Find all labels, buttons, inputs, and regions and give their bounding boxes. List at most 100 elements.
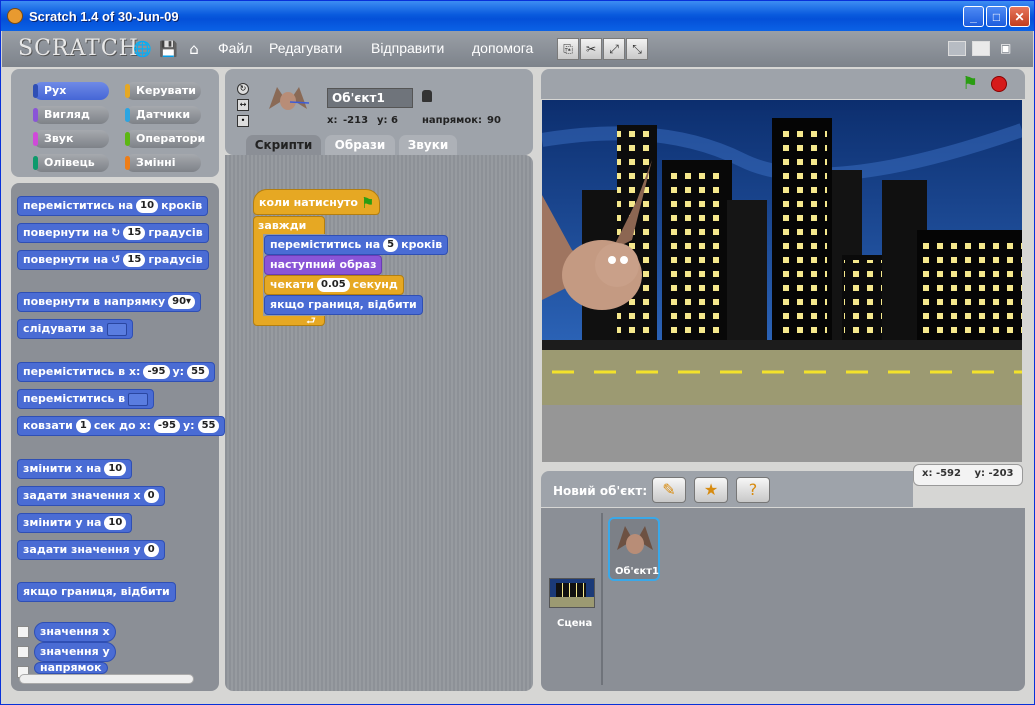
block-input[interactable]: 1 [75, 419, 91, 433]
block-glide[interactable]: ковзати 1 сек до x: -95 y: 55 [17, 416, 226, 436]
tab-sounds[interactable]: Звуки [399, 135, 457, 155]
reporter-x-position[interactable]: значення х [34, 622, 116, 642]
lock-icon[interactable] [422, 90, 432, 102]
category-label: Звук [44, 132, 74, 145]
category-sensing[interactable]: Датчики [125, 106, 201, 124]
grow-tool-icon[interactable]: ⤢ [603, 38, 625, 60]
stop-sign-icon[interactable] [991, 76, 1007, 92]
block-input[interactable]: -95 [153, 419, 180, 433]
block-text: коли натиснуто [259, 196, 358, 209]
block-point-direction[interactable]: повернути в напрямку 90▾ [17, 292, 202, 312]
tab-scripts[interactable]: Скрипти [246, 135, 321, 155]
block-next-costume[interactable]: наступний образ [264, 255, 383, 275]
block-change-x[interactable]: змінити х на 10 [17, 459, 133, 479]
block-input[interactable]: 5 [383, 238, 399, 252]
category-label: Змінні [136, 156, 176, 169]
block-wait[interactable]: чекати 0.05 секунд [264, 275, 404, 295]
title-bar[interactable]: Scratch 1.4 of 30-Jun-09 _ □ ✕ [1, 1, 1034, 31]
block-input[interactable]: -95 [143, 365, 170, 379]
block-text: кроків [401, 238, 443, 251]
mouse-coordinates: x: -592 y: -203 [913, 464, 1023, 486]
delete-tool-icon[interactable]: ✂ [580, 38, 602, 60]
sprite-name-field[interactable]: Об'єкт1 [327, 88, 413, 108]
no-rotate-icon[interactable]: • [237, 115, 249, 127]
block-input[interactable]: 15 [123, 253, 146, 267]
category-pen[interactable]: Олівець [33, 154, 109, 172]
block-turn-right[interactable]: повернути на ↻ 15 градусів [17, 223, 209, 243]
save-icon[interactable]: 💾 [159, 40, 178, 58]
rotate-style-icon[interactable]: ↻ [237, 83, 249, 95]
block-turn-left[interactable]: повернути на ↺ 15 градусів [17, 250, 209, 270]
sprite-dropdown[interactable] [128, 392, 149, 406]
block-when-flag-clicked[interactable]: коли натиснуто ⚑ [253, 189, 381, 215]
block-input[interactable]: 55 [197, 419, 220, 433]
block-move-steps[interactable]: переміститись на 10 кроків [17, 196, 209, 216]
sprite-thumbnail [617, 526, 653, 554]
menu-edit[interactable]: Редагувати [269, 40, 342, 56]
block-input[interactable]: 10 [104, 462, 127, 476]
presentation-mode-icon[interactable]: ▣ [1000, 41, 1018, 56]
block-text: y: [182, 419, 195, 432]
category-control[interactable]: Керувати [125, 82, 201, 100]
block-text: кроків [161, 199, 203, 212]
green-flag-icon[interactable]: ⚑ [962, 73, 978, 94]
block-input[interactable]: 90▾ [168, 295, 196, 309]
menu-file[interactable]: Файл [218, 40, 252, 56]
menu-help[interactable]: допомога [472, 40, 533, 56]
coord-x-label: x: [922, 468, 933, 479]
reporter-y-position[interactable]: значення у [34, 642, 116, 662]
category-looks[interactable]: Вигляд [33, 106, 109, 124]
paint-new-sprite-icon[interactable]: ✎ [652, 477, 686, 503]
block-text: сек до x: [93, 419, 151, 432]
choose-sprite-file-icon[interactable]: ★ [694, 477, 728, 503]
stage-header [541, 69, 1025, 99]
block-input[interactable]: 15 [123, 226, 146, 240]
share-icon[interactable]: ⌂ [185, 40, 203, 58]
block-point-towards[interactable]: слідувати за [17, 319, 133, 339]
checkbox-x-position[interactable] [17, 626, 29, 638]
maximize-button[interactable]: □ [986, 6, 1007, 27]
shrink-tool-icon[interactable]: ⤡ [626, 38, 648, 60]
close-button[interactable]: ✕ [1009, 6, 1030, 27]
block-change-y[interactable]: змінити у на 10 [17, 513, 133, 533]
checkbox-y-position[interactable] [17, 646, 29, 658]
category-label: Керувати [136, 84, 196, 97]
category-variables[interactable]: Змінні [125, 154, 201, 172]
sprite-tile[interactable]: Об'єкт1 [608, 517, 660, 581]
palette-scrollbar[interactable] [19, 674, 194, 684]
block-text: слідувати за [23, 322, 104, 335]
block-text: градусів [148, 253, 203, 266]
tab-costumes[interactable]: Образи [325, 135, 395, 155]
block-text: задати значення х [23, 489, 141, 502]
block-input[interactable]: 0 [143, 543, 159, 557]
block-set-x[interactable]: задати значення х0 [17, 486, 165, 506]
category-motion[interactable]: Рух [33, 82, 109, 100]
duplicate-tool-icon[interactable]: ⎘ [557, 38, 579, 60]
block-move-steps[interactable]: переміститись на 5 кроків [264, 235, 449, 255]
normal-stage-icon[interactable] [972, 41, 990, 56]
block-goto-xy[interactable]: переміститись в x: -95 y: 55 [17, 362, 216, 382]
block-input[interactable]: 0 [143, 489, 159, 503]
sprite-dropdown[interactable] [106, 322, 127, 336]
block-bounce[interactable]: якщо границя, відбити [264, 295, 423, 315]
stage[interactable] [542, 100, 1022, 462]
flip-style-icon[interactable]: ↔ [237, 99, 249, 111]
category-sound[interactable]: Звук [33, 130, 109, 148]
reporter-direction[interactable]: напрямок [34, 662, 108, 674]
minimize-button[interactable]: _ [963, 6, 984, 27]
category-operators[interactable]: Оператори [125, 130, 205, 148]
random-sprite-icon[interactable]: ? [736, 477, 770, 503]
block-input[interactable]: 10 [136, 199, 159, 213]
block-input[interactable]: 10 [104, 516, 127, 530]
menu-share[interactable]: Відправити [371, 40, 444, 56]
block-text: чекати [270, 278, 314, 291]
stage-thumbnail[interactable] [549, 578, 595, 608]
block-bounce[interactable]: якщо границя, відбити [17, 582, 176, 602]
block-input[interactable]: 0.05 [316, 278, 350, 292]
block-goto[interactable]: переміститись в [17, 389, 155, 409]
small-stage-icon[interactable] [948, 41, 966, 56]
block-text: переміститись на [23, 199, 134, 212]
block-set-y[interactable]: задати значення у0 [17, 540, 165, 560]
block-input[interactable]: 55 [187, 365, 210, 379]
globe-icon[interactable]: 🌐 [133, 40, 152, 58]
